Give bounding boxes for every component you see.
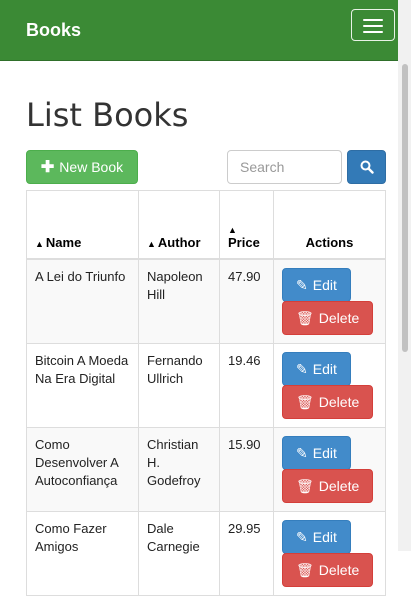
scrollbar-thumb[interactable] xyxy=(402,64,408,352)
hamburger-icon xyxy=(363,19,383,21)
table-row: Como Desenvolver A Autoconfiança Christi… xyxy=(26,427,386,512)
table-header-row: ▲︎ Name ▲︎ Author ▲︎ Price Actions xyxy=(26,190,386,260)
edit-button[interactable]: ✎ Edit xyxy=(282,268,351,302)
pencil-icon: ✎ xyxy=(296,361,308,377)
book-price: 19.46 xyxy=(219,343,274,428)
search-input[interactable] xyxy=(227,150,342,184)
books-table: ▲︎ Name ▲︎ Author ▲︎ Price Actions A Lei do… xyxy=(26,190,386,596)
row-actions: ✎ Edit 🗑︎ Delete xyxy=(273,511,386,596)
book-name: Bitcoin A Moeda Na Era Digital xyxy=(26,343,139,428)
navbar-brand[interactable]: Books xyxy=(26,20,81,41)
new-book-label: New Book xyxy=(59,159,124,175)
edit-button[interactable]: ✎ Edit xyxy=(282,352,351,386)
book-author: Dale Carnegie xyxy=(138,511,220,596)
row-actions: ✎ Edit 🗑︎ Delete xyxy=(273,343,386,428)
row-actions: ✎ Edit 🗑︎ Delete xyxy=(273,258,386,344)
table-row: Bitcoin A Moeda Na Era Digital Fernando … xyxy=(26,343,386,428)
table-row: Como Fazer Amigos Dale Carnegie 29.95 ✎ E… xyxy=(26,511,386,596)
sort-icon: ▲︎ xyxy=(147,239,156,249)
column-header-author[interactable]: ▲︎ Author xyxy=(138,190,220,260)
sort-icon: ▲︎ xyxy=(35,239,44,249)
book-author: Napoleon Hill xyxy=(138,258,220,344)
book-author: Christian H. Godefroy xyxy=(138,427,220,512)
plus-icon: ✚ xyxy=(40,159,55,176)
trash-icon: 🗑︎ xyxy=(296,478,314,494)
pencil-icon: ✎ xyxy=(296,529,308,545)
row-actions: ✎ Edit 🗑︎ Delete xyxy=(273,427,386,512)
menu-toggle-button[interactable] xyxy=(351,9,395,41)
delete-button[interactable]: 🗑︎ Delete xyxy=(282,385,374,419)
column-header-name[interactable]: ▲︎ Name xyxy=(26,190,139,260)
book-name: Como Fazer Amigos xyxy=(26,511,139,596)
edit-button[interactable]: ✎ Edit xyxy=(282,520,351,554)
delete-button[interactable]: 🗑︎ Delete xyxy=(282,553,374,587)
column-header-actions: Actions xyxy=(273,190,386,260)
trash-icon: 🗑︎ xyxy=(296,394,314,410)
delete-button[interactable]: 🗑︎ Delete xyxy=(282,301,374,335)
book-author: Fernando Ullrich xyxy=(138,343,220,428)
sort-icon: ▲︎ xyxy=(228,225,237,235)
search-icon xyxy=(360,160,374,174)
book-price: 29.95 xyxy=(219,511,274,596)
column-header-price[interactable]: ▲︎ Price xyxy=(219,190,274,260)
page-title: List Books xyxy=(26,96,189,134)
new-book-button[interactable]: ✚ New Book xyxy=(26,150,138,184)
pencil-icon: ✎ xyxy=(296,277,308,293)
pencil-icon: ✎ xyxy=(296,445,308,461)
search-button[interactable] xyxy=(347,150,386,184)
table-row: A Lei do Triunfo Napoleon Hill 47.90 ✎ Ed… xyxy=(26,258,386,344)
navbar: Books xyxy=(0,0,398,61)
trash-icon: 🗑︎ xyxy=(296,562,314,578)
book-name: A Lei do Triunfo xyxy=(26,258,139,344)
book-price: 47.90 xyxy=(219,258,274,344)
edit-button[interactable]: ✎ Edit xyxy=(282,436,351,470)
book-name: Como Desenvolver A Autoconfiança xyxy=(26,427,139,512)
book-price: 15.90 xyxy=(219,427,274,512)
delete-button[interactable]: 🗑︎ Delete xyxy=(282,469,374,503)
trash-icon: 🗑︎ xyxy=(296,310,314,326)
